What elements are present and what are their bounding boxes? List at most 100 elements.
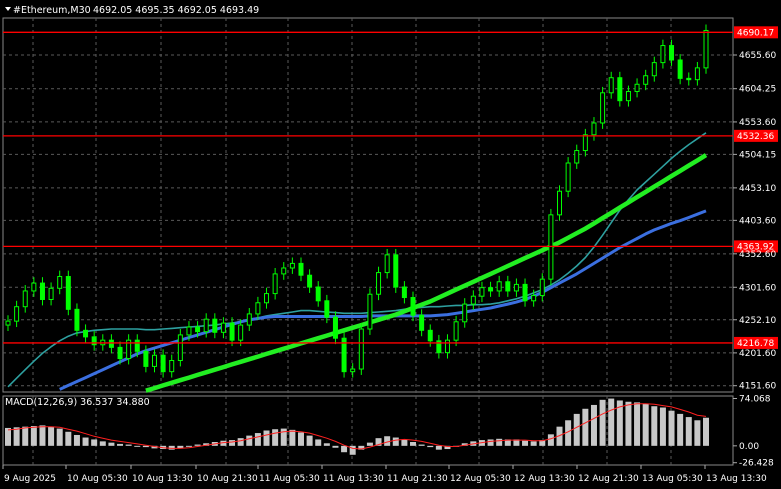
candle-body bbox=[65, 276, 71, 310]
candle-body bbox=[591, 122, 597, 136]
candle-body bbox=[272, 273, 278, 295]
x-tick-label: 10 Aug 13:30 bbox=[132, 474, 193, 484]
x-tick-label: 10 Aug 05:30 bbox=[67, 474, 128, 484]
y-tick-label: 4151.60 bbox=[739, 382, 776, 392]
candle-body bbox=[625, 90, 631, 102]
candle-body bbox=[169, 360, 175, 373]
macd-y-tick-label: -26.428 bbox=[739, 459, 774, 469]
candle-body bbox=[539, 278, 545, 297]
y-tick-label: 4201.60 bbox=[739, 349, 776, 359]
x-tick-label: 11 Aug 05:30 bbox=[259, 474, 320, 484]
candle-body bbox=[419, 314, 425, 331]
candle-body bbox=[557, 190, 563, 216]
candle-body bbox=[384, 254, 390, 274]
x-tick-label: 11 Aug 13:30 bbox=[323, 474, 384, 484]
candle-body bbox=[48, 287, 54, 300]
candle-body bbox=[57, 276, 63, 289]
candle-body bbox=[186, 326, 192, 336]
macd-histogram-bar bbox=[246, 435, 253, 446]
macd-histogram-bar bbox=[573, 413, 580, 446]
macd-histogram-bar bbox=[125, 444, 132, 446]
candle-body bbox=[31, 282, 37, 292]
macd-histogram-bar bbox=[332, 445, 339, 448]
macd-histogram-bar bbox=[608, 398, 615, 446]
macd-histogram-bar bbox=[315, 439, 322, 446]
macd-histogram-bar bbox=[599, 399, 606, 446]
candle-body bbox=[212, 318, 218, 333]
macd-histogram-bar bbox=[194, 444, 201, 446]
candle-body bbox=[220, 322, 226, 333]
macd-histogram-bar bbox=[435, 445, 442, 450]
y-tick-label: 4301.60 bbox=[739, 283, 776, 293]
candle-body bbox=[470, 295, 476, 305]
macd-histogram-bar bbox=[366, 442, 373, 446]
candle-body bbox=[229, 322, 235, 341]
candle-body bbox=[324, 300, 330, 318]
candle-body bbox=[410, 297, 416, 316]
candle-body bbox=[686, 77, 692, 81]
candle-body bbox=[427, 329, 433, 342]
macd-histogram-bar bbox=[410, 442, 417, 446]
trading-chart[interactable]: 4690.174532.364363.924216.78 9 Aug 2025 1… bbox=[0, 0, 781, 489]
candle-body bbox=[332, 316, 338, 339]
x-tick-label: 11 Aug 21:30 bbox=[387, 474, 448, 484]
macd-histogram-bar bbox=[91, 439, 98, 446]
macd-histogram-bar bbox=[306, 435, 313, 446]
candle-body bbox=[289, 262, 295, 269]
macd-histogram-bar bbox=[237, 438, 244, 446]
candle-body bbox=[376, 272, 382, 295]
candle-body bbox=[264, 293, 270, 304]
macd-histogram-bar bbox=[703, 417, 709, 446]
macd-histogram-bar bbox=[522, 440, 529, 446]
candle-body bbox=[401, 286, 407, 299]
y-tick-label: 4252.10 bbox=[739, 316, 776, 326]
macd-histogram-bar bbox=[73, 434, 80, 446]
x-tick-label: 9 Aug 2025 bbox=[4, 474, 56, 484]
candle-body bbox=[496, 281, 502, 292]
candle-body bbox=[108, 339, 114, 348]
symbol-title[interactable]: #Ethereum,M30 bbox=[13, 5, 91, 16]
candle-body bbox=[617, 77, 623, 102]
candle-body bbox=[505, 281, 511, 292]
candle-body bbox=[83, 329, 89, 338]
macd-histogram-bar bbox=[590, 404, 597, 446]
macd-histogram-bar bbox=[289, 429, 296, 446]
x-tick-label: 12 Aug 13:30 bbox=[514, 474, 575, 484]
macd-histogram-bar bbox=[117, 443, 124, 446]
macd-histogram-bar bbox=[496, 438, 503, 446]
candle-body bbox=[462, 303, 468, 323]
candle-body bbox=[5, 320, 11, 326]
macd-histogram-bar bbox=[625, 401, 632, 446]
candle-body bbox=[238, 324, 244, 341]
macd-histogram-bar bbox=[5, 427, 11, 446]
macd-histogram-bar bbox=[401, 439, 408, 446]
macd-histogram-bar bbox=[582, 408, 589, 446]
candle-body bbox=[677, 59, 683, 79]
macd-histogram-bar bbox=[297, 432, 304, 446]
candle-body bbox=[14, 306, 20, 322]
y-tick-label: 4352.60 bbox=[739, 250, 776, 260]
candle-body bbox=[651, 62, 657, 77]
macd-histogram-bar bbox=[685, 417, 692, 446]
macd-histogram-bar bbox=[13, 427, 20, 446]
macd-histogram-bar bbox=[427, 445, 434, 448]
candle-body bbox=[643, 75, 649, 85]
candle-body bbox=[177, 334, 183, 362]
macd-y-tick-label: 0.00 bbox=[739, 442, 759, 452]
candle-body bbox=[565, 162, 571, 192]
candle-body bbox=[160, 354, 166, 373]
macd-histogram-bar bbox=[22, 426, 29, 446]
x-tick-label: 12 Aug 05:30 bbox=[450, 474, 511, 484]
y-tick-label: 4655.60 bbox=[739, 51, 776, 61]
candle-body bbox=[315, 286, 321, 302]
candle-body bbox=[22, 290, 28, 308]
y-tick-label: 4604.25 bbox=[739, 85, 776, 95]
macd-histogram-bar bbox=[418, 444, 425, 446]
candle-body bbox=[143, 350, 149, 367]
candle-body bbox=[582, 134, 588, 152]
macd-histogram-bar bbox=[99, 441, 106, 446]
macd-histogram-bar bbox=[263, 430, 270, 446]
y-tick-label: 4403.60 bbox=[739, 216, 776, 226]
macd-histogram-bar bbox=[82, 437, 89, 446]
x-tick-label: 13 Aug 05:30 bbox=[642, 474, 703, 484]
